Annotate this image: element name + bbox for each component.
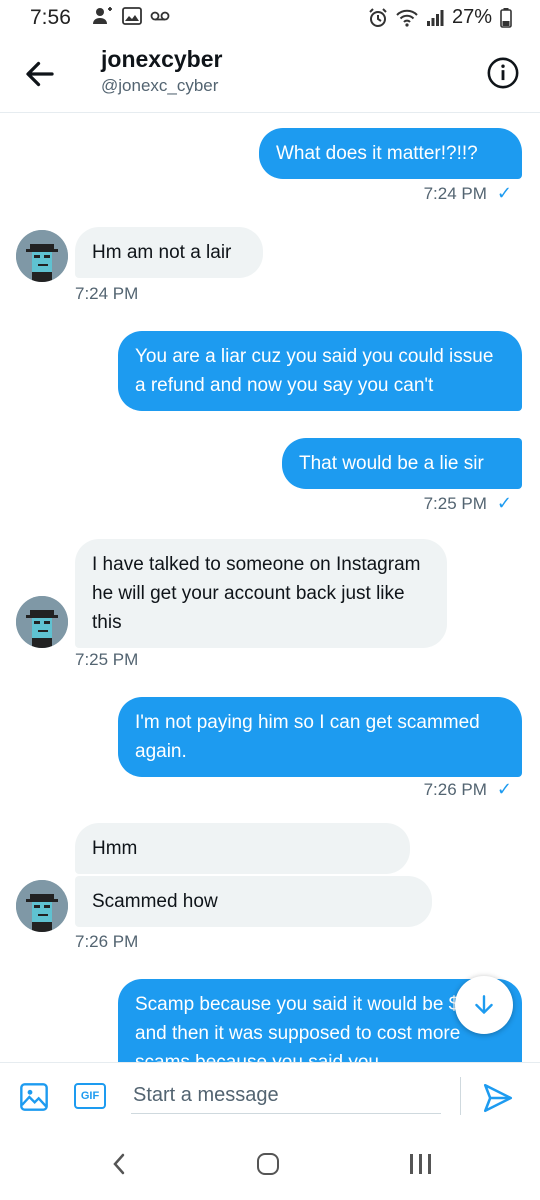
status-bar: 7:56 27% (0, 0, 540, 34)
image-icon (20, 1083, 48, 1111)
account-notification-icon (92, 6, 114, 26)
message-bubble-outgoing[interactable]: That would be a lie sir (282, 438, 522, 489)
contact-handle[interactable]: @jonexc_cyber (101, 76, 218, 96)
voicemail-icon (150, 10, 170, 22)
message-bubble-outgoing[interactable]: You are a liar cuz you said you could is… (118, 331, 522, 411)
wifi-icon (396, 9, 418, 27)
message-timestamp: 7:24 PM (75, 284, 139, 303)
system-recents-button[interactable] (410, 1154, 431, 1174)
message-thread[interactable]: What does it matter!?!!? 7:24 PM ✓ Hm am … (0, 113, 540, 1062)
message-bubble-incoming[interactable]: I have talked to someone on Instagram he… (75, 539, 447, 648)
message-bubble-incoming[interactable]: Scammed how (75, 876, 432, 927)
system-home-button[interactable] (257, 1153, 279, 1175)
info-button[interactable] (486, 56, 520, 90)
read-check-icon: ✓ (496, 493, 512, 513)
arrow-down-icon (475, 995, 493, 1014)
message-timestamp: 7:25 PM (75, 650, 139, 669)
add-image-button[interactable] (18, 1081, 50, 1113)
battery-icon (500, 7, 512, 28)
avatar[interactable] (16, 230, 68, 282)
gallery-notification-icon (122, 7, 142, 25)
message-timestamp: 7:26 PM (75, 932, 139, 951)
avatar[interactable] (16, 596, 68, 648)
status-time: 7:56 (30, 6, 71, 29)
back-button[interactable] (22, 56, 58, 92)
chevron-left-icon (113, 1153, 125, 1175)
arrow-left-icon (26, 61, 54, 87)
read-check-icon: ✓ (496, 183, 512, 203)
message-bubble-incoming[interactable]: Hm am not a lair (75, 227, 263, 278)
send-icon (483, 1083, 513, 1113)
signal-icon (426, 9, 444, 27)
message-timestamp: 7:26 PM ✓ (423, 779, 512, 799)
system-nav-bar (0, 1128, 540, 1200)
message-bubble-incoming[interactable]: Hmm (75, 823, 410, 874)
composer-divider (460, 1077, 461, 1115)
message-input[interactable] (131, 1077, 441, 1114)
scroll-to-bottom-button[interactable] (455, 976, 513, 1034)
send-button[interactable] (481, 1081, 515, 1115)
conversation-header: jonexcyber @jonexc_cyber (0, 38, 540, 113)
add-gif-button[interactable]: GIF (74, 1083, 106, 1109)
system-back-button[interactable] (108, 1152, 132, 1181)
info-icon (487, 57, 519, 89)
read-check-icon: ✓ (496, 779, 512, 799)
avatar[interactable] (16, 880, 68, 932)
message-composer: GIF (0, 1062, 540, 1129)
contact-name[interactable]: jonexcyber (101, 46, 222, 73)
message-bubble-outgoing[interactable]: What does it matter!?!!? (259, 128, 522, 179)
message-bubble-outgoing[interactable]: I'm not paying him so I can get scammed … (118, 697, 522, 777)
battery-percent: 27% (451, 6, 492, 28)
message-timestamp: 7:25 PM ✓ (423, 493, 512, 513)
message-timestamp: 7:24 PM ✓ (423, 183, 512, 203)
alarm-icon (368, 7, 388, 28)
